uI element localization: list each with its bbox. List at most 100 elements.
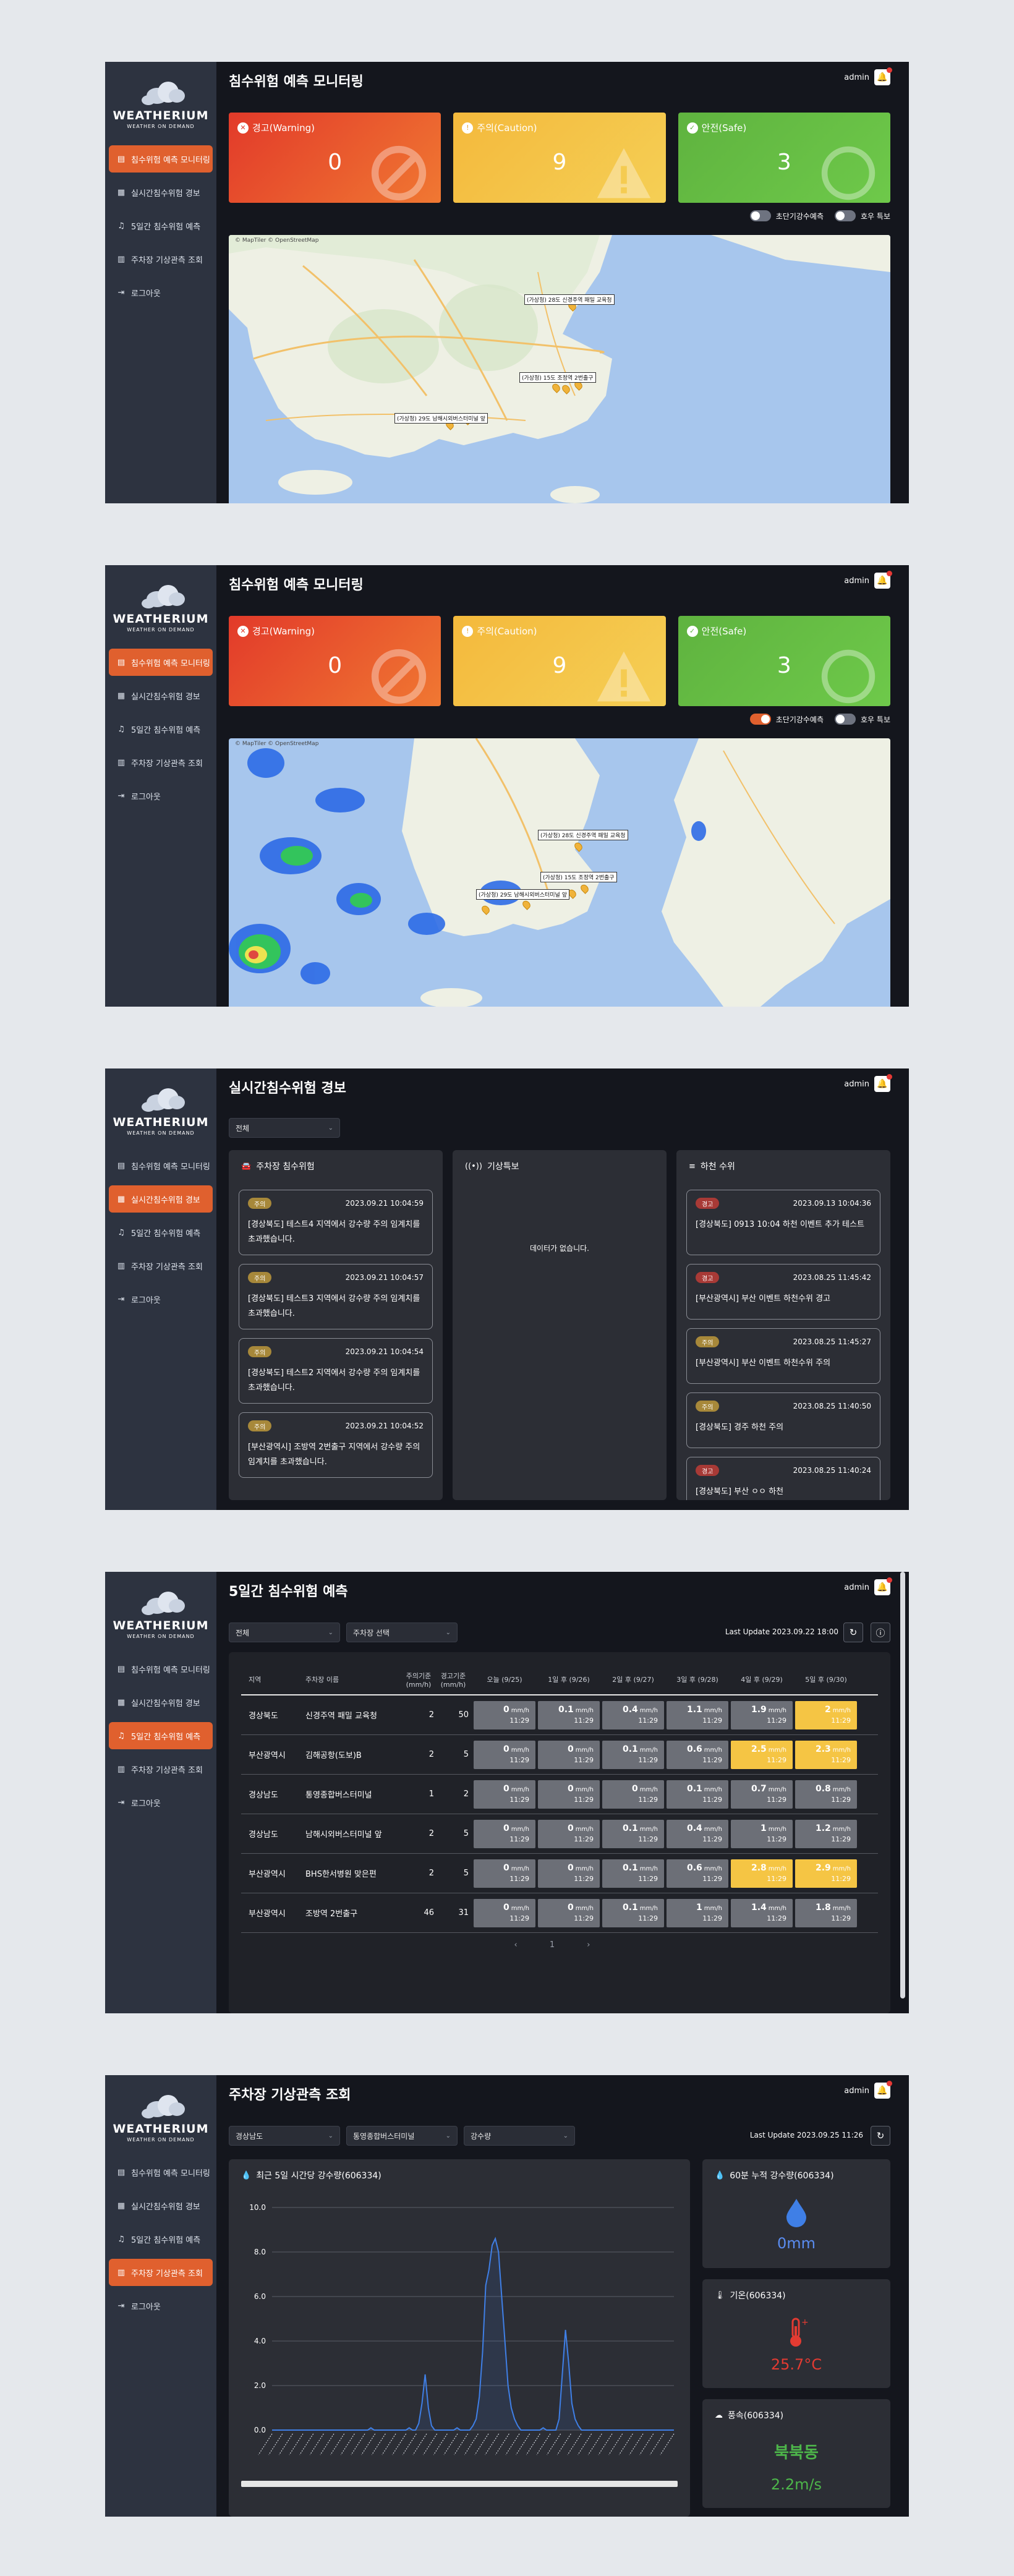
nav-item-monitoring[interactable]: ▤ 침수위험 예측 모니터링 [109,1655,213,1683]
rain-forecast-cell[interactable]: 1.8 mm/h 11:29 [795,1898,857,1927]
rain-forecast-cell[interactable]: 0.7 mm/h 11:29 [731,1780,793,1809]
map-pin-label[interactable]: (가상청) 15도 조정역 2번출구 [540,872,617,882]
nav-item-realtime[interactable]: ▦ 실시간침수위험 경보 [109,179,213,206]
rain-forecast-cell[interactable]: 0 mm/h 11:29 [538,1740,600,1769]
notification-bell-icon[interactable]: 🔔 [874,1074,892,1092]
nav-item-monitoring[interactable]: ▤ 침수위험 예측 모니터링 [109,145,213,173]
nav-item-logout[interactable]: ⇥ 로그아웃 [109,2292,213,2319]
nav-item-parking-weather[interactable]: ▥ 주차장 기상관측 조회 [109,749,213,776]
rain-forecast-cell[interactable]: 0 mm/h 11:29 [538,1780,600,1809]
variable-select[interactable]: 강수량 ⌄ [464,2126,575,2146]
rain-forecast-cell[interactable]: 0.1 mm/h 11:29 [602,1859,664,1888]
toggle-switch[interactable] [749,714,771,725]
rain-forecast-cell[interactable]: 0.1 mm/h 11:29 [602,1819,664,1848]
pagination[interactable]: ‹ 1 › [229,1940,890,1950]
rain-forecast-cell[interactable]: 1.2 mm/h 11:29 [795,1819,857,1848]
nav-item-monitoring[interactable]: ▤ 침수위험 예측 모니터링 [109,649,213,676]
map-pin-label[interactable]: (가상청) 29도 남해시외버스터미널 앞 [476,889,569,900]
toggle-short-forecast[interactable]: 초단기강수예측 [749,714,824,725]
nav-item-parking-weather[interactable]: ▥ 주차장 기상관측 조회 [109,1755,213,1783]
rain-forecast-cell[interactable]: 0 mm/h 11:29 [474,1780,535,1809]
map-pin-label[interactable]: (가상청) 28도 신경주역 패밀 교육청 [524,294,615,305]
rain-forecast-cell[interactable]: 0.6 mm/h 11:29 [667,1740,728,1769]
nav-item-realtime[interactable]: ▦ 실시간침수위험 경보 [109,682,213,709]
nav-item-logout[interactable]: ⇥ 로그아웃 [109,279,213,306]
rain-forecast-cell[interactable]: 0.1 mm/h 11:29 [667,1780,728,1809]
nav-item-forecast[interactable]: ♫ 5일간 침수위험 예측 [109,212,213,239]
caution-card[interactable]: ! 주의(Caution) 9 [453,113,666,203]
toggle-switch[interactable] [749,210,771,221]
nav-item-forecast[interactable]: ♫ 5일간 침수위험 예측 [109,2225,213,2253]
rain-forecast-cell[interactable]: 0 mm/h 11:29 [602,1780,664,1809]
alert-card[interactable]: 주의 2023.08.25 11:40:50 [경상북도] 경주 하천 주의 [686,1392,880,1448]
refresh-button[interactable]: ↻ [871,2126,890,2146]
rain-forecast-cell[interactable]: 0.6 mm/h 11:29 [667,1859,728,1888]
rain-forecast-cell[interactable]: 0 mm/h 11:29 [474,1898,535,1927]
rain-forecast-cell[interactable]: 0 mm/h 11:29 [474,1700,535,1729]
chart-scrollbar[interactable] [241,2481,678,2487]
rain-forecast-cell[interactable]: 1.1 mm/h 11:29 [667,1700,728,1729]
rain-forecast-cell[interactable]: 0.1 mm/h 11:29 [602,1898,664,1927]
caution-card[interactable]: ! 주의(Caution) 9 [453,616,666,706]
info-button[interactable]: ⓘ [871,1623,890,1642]
alert-card[interactable]: 경고 2023.08.25 11:45:42 [부산광역시] 부산 이벤트 하천수위… [686,1264,880,1320]
parking-lot-select[interactable]: 통영종합버스터미널 ⌄ [346,2126,458,2146]
safe-card[interactable]: ✓ 안전(Safe) 3 [678,113,890,203]
nav-item-logout[interactable]: ⇥ 로그아웃 [109,1789,213,1816]
nav-item-monitoring[interactable]: ▤ 침수위험 예측 모니터링 [109,1152,213,1179]
nav-item-realtime[interactable]: ▦ 실시간침수위험 경보 [109,2192,213,2219]
nav-item-parking-weather[interactable]: ▥ 주차장 기상관측 조회 [109,245,213,273]
toggle-heavy-rain[interactable]: 호우 특보 [835,714,890,725]
map-pin-label[interactable]: (가상청) 29도 남해시외버스터미널 앞 [394,413,488,424]
rain-line-chart[interactable]: 0.0 2.0 4.0 6.0 8.0 10.0 [229,2189,690,2517]
region-filter-select[interactable]: 경상남도 ⌄ [229,2126,340,2146]
rain-forecast-cell[interactable]: 1.4 mm/h 11:29 [731,1898,793,1927]
region-filter-select[interactable]: 전체 ⌄ [229,1118,340,1138]
map-pin-label[interactable]: (가상청) 28도 신경주역 패밀 교육청 [538,830,628,840]
rain-forecast-cell[interactable]: 0.4 mm/h 11:29 [667,1819,728,1848]
rain-forecast-cell[interactable]: 0 mm/h 11:29 [474,1859,535,1888]
nav-item-forecast[interactable]: ♫ 5일간 침수위험 예측 [109,715,213,743]
rain-forecast-cell[interactable]: 1 mm/h 11:29 [731,1819,793,1848]
nav-item-logout[interactable]: ⇥ 로그아웃 [109,1286,213,1313]
rain-forecast-cell[interactable]: 0.4 mm/h 11:29 [602,1700,664,1729]
alert-card[interactable]: 경고 2023.08.25 11:40:24 [경상북도] 부산 ㅇㅇ 하천 [686,1457,880,1500]
rain-forecast-cell[interactable]: 2.8 mm/h 11:29 [731,1859,793,1888]
rain-forecast-cell[interactable]: 1 mm/h 11:29 [667,1898,728,1927]
refresh-button[interactable]: ↻ [843,1623,863,1642]
nav-item-forecast[interactable]: ♫ 5일간 침수위험 예측 [109,1219,213,1246]
scrollbar[interactable] [900,1572,905,1998]
rain-forecast-cell[interactable]: 2.5 mm/h 11:29 [731,1740,793,1769]
safe-card[interactable]: ✓ 안전(Safe) 3 [678,616,890,706]
rain-forecast-cell[interactable]: 2.3 mm/h 11:29 [795,1740,857,1769]
toggle-switch[interactable] [835,714,856,725]
map[interactable]: © MapTiler © OpenStreetMap (가상청) 28도 신경주… [229,738,890,1007]
nav-item-realtime[interactable]: ▦ 실시간침수위험 경보 [109,1185,213,1213]
alert-card[interactable]: 주의 2023.09.21 10:04:57 [경상북도] 테스트3 지역에서 강수… [239,1264,433,1329]
nav-item-monitoring[interactable]: ▤ 침수위험 예측 모니터링 [109,2159,213,2186]
toggle-switch[interactable] [835,210,856,221]
rain-forecast-cell[interactable]: 0 mm/h 11:29 [538,1819,600,1848]
rain-forecast-cell[interactable]: 0.1 mm/h 11:29 [538,1700,600,1729]
warning-card[interactable]: ✕ 경고(Warning) 0 [229,113,441,203]
toggle-heavy-rain[interactable]: 호우 특보 [835,210,890,221]
alert-card[interactable]: 주의 2023.09.21 10:04:54 [경상북도] 테스트2 지역에서 강수… [239,1338,433,1404]
nav-item-realtime[interactable]: ▦ 실시간침수위험 경보 [109,1689,213,1716]
notification-bell-icon[interactable]: 🔔 [874,571,892,589]
alert-card[interactable]: 주의 2023.08.25 11:45:27 [부산광역시] 부산 이벤트 하천수위… [686,1328,880,1384]
map-pin-label[interactable]: (가상청) 15도 조정역 2번출구 [519,372,596,383]
rain-forecast-cell[interactable]: 0 mm/h 11:29 [538,1859,600,1888]
notification-bell-icon[interactable]: 🔔 [874,1577,892,1595]
alert-card[interactable]: 경고 2023.09.13 10:04:36 [경상북도] 0913 10:04 하… [686,1190,880,1255]
warning-card[interactable]: ✕ 경고(Warning) 0 [229,616,441,706]
rain-forecast-cell[interactable]: 0.1 mm/h 11:29 [602,1740,664,1769]
alert-card[interactable]: 주의 2023.09.21 10:04:59 [경상북도] 테스트4 지역에서 강수… [239,1190,433,1255]
rain-forecast-cell[interactable]: 0 mm/h 11:29 [538,1898,600,1927]
nav-item-forecast[interactable]: ♫ 5일간 침수위험 예측 [109,1722,213,1749]
rain-forecast-cell[interactable]: 0 mm/h 11:29 [474,1819,535,1848]
parking-lot-select[interactable]: 주차장 선택 ⌄ [346,1623,458,1642]
region-filter-select[interactable]: 전체 ⌄ [229,1623,340,1642]
nav-item-parking-weather[interactable]: ▥ 주차장 기상관측 조회 [109,2259,213,2286]
nav-item-parking-weather[interactable]: ▥ 주차장 기상관측 조회 [109,1252,213,1279]
rain-forecast-cell[interactable]: 0.8 mm/h 11:29 [795,1780,857,1809]
